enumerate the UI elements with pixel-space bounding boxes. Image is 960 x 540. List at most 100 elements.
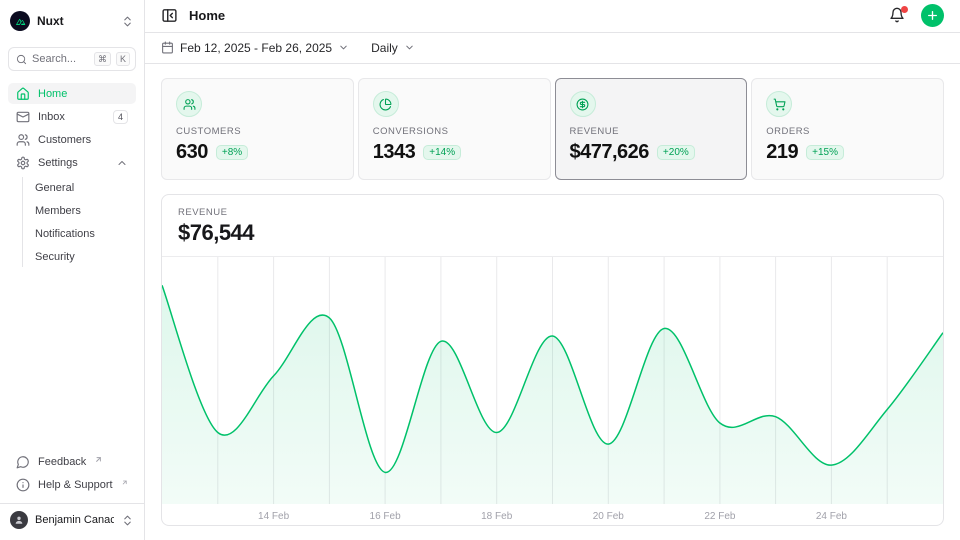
chat-icon [16, 455, 30, 469]
avatar [10, 511, 28, 529]
settings-icon [16, 156, 30, 170]
arrow-up-right-icon [121, 478, 128, 487]
chart-header: REVENUE $76,544 [162, 195, 943, 257]
main-area: Home Feb 12, 2025 - Feb 26, 2025 Daily [145, 0, 960, 540]
workspace-name: Nuxt [37, 14, 114, 28]
kbd-k: K [116, 52, 130, 66]
arrow-up-right-icon [94, 455, 103, 464]
sidebar-spacer [8, 267, 136, 451]
home-icon [16, 87, 30, 101]
sidebar-item-label: Settings [38, 157, 108, 169]
sidebar-footer-menu: Feedback Help & Support [8, 451, 136, 495]
stat-icon-wrap [373, 91, 399, 117]
svg-text:24 Feb: 24 Feb [816, 511, 848, 522]
stat-icon-wrap [766, 91, 792, 117]
sidebar-item-inbox[interactable]: Inbox 4 [8, 106, 136, 127]
svg-text:16 Feb: 16 Feb [370, 511, 402, 522]
user-menu[interactable]: Benjamin Canac [8, 508, 136, 532]
revenue-chart-card: REVENUE $76,544 14 Feb 16 Feb 18 Feb 20 Feb… [161, 194, 944, 526]
period-label: Daily [371, 41, 398, 55]
pie-icon [379, 98, 392, 111]
sidebar-footer-feedback[interactable]: Feedback [8, 451, 136, 472]
collapse-sidebar-button[interactable] [161, 7, 179, 25]
top-header: Home [145, 0, 960, 33]
info-icon [16, 478, 30, 492]
chevron-up-icon [116, 157, 128, 169]
dollar-icon [576, 98, 589, 111]
stat-value: 630 [176, 141, 208, 164]
chevrons-up-down-icon [121, 514, 134, 527]
sidebar-item-settings[interactable]: Settings [8, 152, 136, 173]
stat-delta-badge: +15% [806, 145, 844, 160]
footer-item-label: Feedback [38, 456, 86, 468]
nuxt-logo-icon [10, 11, 30, 31]
stat-label: REVENUE [570, 126, 733, 137]
stat-card-customers[interactable]: CUSTOMERS 630 +8% [161, 78, 354, 180]
user-name: Benjamin Canac [35, 514, 114, 526]
svg-text:22 Feb: 22 Feb [704, 511, 736, 522]
sidebar-subitem-notifications[interactable]: Notifications [23, 223, 136, 244]
panel-left-close-icon [161, 7, 178, 24]
search-icon [16, 54, 27, 65]
stat-label: ORDERS [766, 126, 929, 137]
svg-text:14 Feb: 14 Feb [258, 511, 290, 522]
stat-label: CUSTOMERS [176, 126, 339, 137]
svg-text:18 Feb: 18 Feb [481, 511, 513, 522]
stat-label: CONVERSIONS [373, 126, 536, 137]
inbox-icon [16, 110, 30, 124]
footer-item-label: Help & Support [38, 479, 113, 491]
content: CUSTOMERS 630 +8% CONVERSIONS 1343 +14% REVENU… [145, 64, 960, 540]
chart-label: REVENUE [178, 207, 927, 218]
sidebar-subitem-members[interactable]: Members [23, 200, 136, 221]
chevrons-up-down-icon [121, 15, 134, 28]
chevron-down-icon [338, 42, 349, 53]
stat-value: 219 [766, 141, 798, 164]
app-window: Nuxt Search... ⌘ K Home Inbox 4 Customers Se… [0, 0, 960, 540]
stat-delta-badge: +8% [216, 145, 248, 160]
users-icon [183, 98, 196, 111]
sidebar-item-home[interactable]: Home [8, 83, 136, 104]
stat-card-conversions[interactable]: CONVERSIONS 1343 +14% [358, 78, 551, 180]
sidebar-subitem-security[interactable]: Security [23, 246, 136, 267]
sidebar: Nuxt Search... ⌘ K Home Inbox 4 Customers Se… [0, 0, 145, 540]
sidebar-item-label: Home [38, 88, 128, 100]
kbd-meta: ⌘ [94, 52, 111, 66]
date-range-label: Feb 12, 2025 - Feb 26, 2025 [180, 41, 332, 55]
sidebar-item-customers[interactable]: Customers [8, 129, 136, 150]
stat-delta-badge: +20% [657, 145, 695, 160]
workspace-switcher[interactable]: Nuxt [8, 8, 136, 34]
stat-card-orders[interactable]: ORDERS 219 +15% [751, 78, 944, 180]
revenue-area-chart[interactable]: 14 Feb 16 Feb 18 Feb 20 Feb 22 Feb 24 Feb [162, 257, 943, 526]
plus-icon [926, 9, 939, 22]
stat-card-revenue[interactable]: REVENUE $477,626 +20% [555, 78, 748, 180]
settings-submenu: GeneralMembersNotificationsSecurity [22, 177, 136, 267]
notification-dot [901, 6, 908, 13]
inbox-count-badge: 4 [113, 110, 128, 124]
add-button[interactable] [921, 4, 944, 27]
calendar-icon [161, 41, 174, 54]
page-title: Home [189, 8, 225, 23]
stat-delta-badge: +14% [423, 145, 461, 160]
stats-row: CUSTOMERS 630 +8% CONVERSIONS 1343 +14% REVENU… [161, 78, 944, 180]
filter-toolbar: Feb 12, 2025 - Feb 26, 2025 Daily [145, 33, 960, 64]
period-select[interactable]: Daily [371, 41, 415, 55]
cart-icon [773, 98, 786, 111]
sidebar-subitem-general[interactable]: General [23, 177, 136, 198]
sidebar-item-label: Inbox [38, 111, 105, 123]
date-range-picker[interactable]: Feb 12, 2025 - Feb 26, 2025 [161, 41, 349, 55]
sidebar-divider [0, 503, 144, 504]
stat-value: $477,626 [570, 141, 649, 164]
stat-icon-wrap [570, 91, 596, 117]
chevron-down-icon [404, 42, 415, 53]
svg-text:20 Feb: 20 Feb [593, 511, 625, 522]
sidebar-footer-help-support[interactable]: Help & Support [8, 474, 136, 495]
stat-icon-wrap [176, 91, 202, 117]
notifications-button[interactable] [889, 7, 907, 25]
sidebar-menu: Home Inbox 4 Customers Settings GeneralMember… [8, 83, 136, 267]
sidebar-item-label: Customers [38, 134, 128, 146]
stat-value: 1343 [373, 141, 416, 164]
users-icon [16, 133, 30, 147]
chart-value: $76,544 [178, 220, 927, 246]
search-placeholder: Search... [32, 53, 89, 65]
search-input[interactable]: Search... ⌘ K [8, 47, 136, 71]
